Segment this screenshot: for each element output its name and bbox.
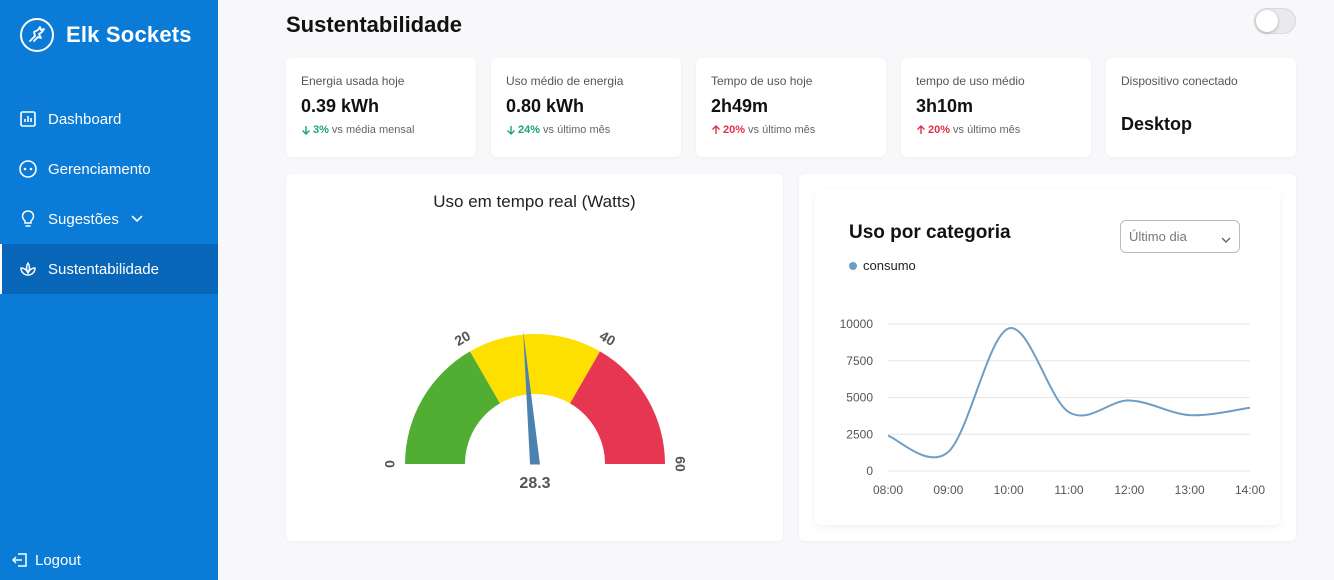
y-tick-label: 0: [866, 464, 873, 478]
stat-card-tempo-hoje: Tempo de uso hoje 2h49m 20% vs último mê…: [696, 58, 886, 157]
bar-chart-icon: [18, 109, 38, 129]
gauge-value-label: 28.3: [519, 475, 550, 492]
stat-value: 0.80 kWh: [506, 96, 585, 116]
arrow-up-icon: [917, 125, 925, 134]
brand-name: Elk Sockets: [66, 22, 192, 47]
logout-label: Logout: [35, 551, 81, 569]
x-tick-label: 12:00: [1114, 483, 1144, 497]
sidebar-item-label: Sustentabilidade: [48, 260, 159, 278]
sidebar-item-sugestoes[interactable]: Sugestões: [0, 194, 218, 244]
sidebar-item-label: Sugestões: [48, 210, 119, 228]
sidebar-nav: Dashboard Gerenciamento Sugestões Susten…: [0, 94, 218, 294]
elk-logo-icon: [20, 18, 54, 52]
stat-percent: 24%: [518, 124, 541, 136]
x-tick-label: 13:00: [1175, 483, 1205, 497]
series-line-consumo: [887, 327, 1251, 459]
chevron-down-icon[interactable]: [131, 215, 143, 223]
realtime-usage-card: Uso em tempo real (Watts) 0 20 40 60 28.3: [286, 174, 783, 541]
lightbulb-icon: [18, 209, 38, 229]
stat-value: 3h10m: [916, 96, 974, 116]
gauge-tick-label: 20: [452, 327, 474, 349]
stat-value: 2h49m: [711, 96, 769, 116]
gauge-tick-label: 40: [597, 327, 619, 349]
arrow-up-icon: [712, 125, 720, 134]
x-tick-label: 14:00: [1235, 483, 1265, 497]
stat-label: Dispositivo conectado: [1121, 74, 1238, 88]
gauge-tick-label: 60: [672, 456, 688, 472]
x-tick-label: 09:00: [933, 483, 963, 497]
stat-percent: 20%: [928, 124, 951, 136]
stat-compare: 20% vs último mês: [711, 124, 871, 136]
stat-card-tempo-medio: tempo de uso médio 3h10m 20% vs último m…: [901, 58, 1091, 157]
y-tick-label: 5000: [846, 391, 873, 405]
arrow-down-icon: [302, 126, 310, 135]
x-tick-label: 10:00: [994, 483, 1024, 497]
stat-percent: 3%: [313, 124, 329, 136]
gauge: 0 20 40 60 28.3: [382, 327, 689, 492]
y-tick-label: 2500: [846, 427, 873, 441]
sidebar-item-dashboard[interactable]: Dashboard: [0, 94, 218, 144]
device-name: Desktop: [1121, 114, 1193, 134]
stat-card-energia-hoje: Energia usada hoje 0.39 kWh 3% vs média …: [286, 58, 476, 157]
x-tick-label: 08:00: [873, 483, 903, 497]
stat-compare: 24% vs último mês: [506, 124, 666, 136]
stat-percent: 20%: [723, 124, 746, 136]
stat-value: 0.39 kWh: [301, 96, 380, 116]
gauge-tick-label: 0: [382, 460, 398, 468]
y-tick-label: 7500: [846, 354, 873, 368]
stat-compare: 3% vs média mensal: [301, 124, 461, 136]
line-chart: 0 2500 5000 7500 10000 08:00 09:00 10:00 11:00 12…: [840, 317, 1266, 497]
category-usage-panel: Uso por categoria Último dia consumo 0 25…: [815, 190, 1280, 525]
sidebar-item-label: Gerenciamento: [48, 160, 151, 178]
stat-card-dispositivo: Dispositivo conectado Desktop: [1106, 58, 1296, 157]
sidebar-item-label: Dashboard: [48, 110, 122, 128]
logout-icon: [10, 550, 30, 570]
brand[interactable]: Elk Sockets: [20, 18, 192, 52]
x-tick-label: 11:00: [1054, 483, 1083, 497]
stat-card-uso-medio: Uso médio de energia 0.80 kWh 24% vs últ…: [491, 58, 681, 157]
toggle-knob: [1256, 10, 1278, 32]
theme-toggle[interactable]: [1254, 8, 1296, 34]
sidebar-item-sustentabilidade[interactable]: Sustentabilidade: [0, 244, 218, 294]
page-title: Sustentabilidade: [286, 12, 463, 37]
stat-label: Energia usada hoje: [301, 74, 405, 88]
stat-compare-text: vs último mês: [953, 124, 1021, 136]
sidebar-item-gerenciamento[interactable]: Gerenciamento: [0, 144, 218, 194]
stat-compare-text: vs último mês: [748, 124, 816, 136]
stat-compare-text: vs último mês: [543, 124, 611, 136]
stat-label: Tempo de uso hoje: [711, 74, 813, 88]
socket-icon: [18, 159, 38, 179]
arrow-down-icon: [507, 126, 515, 135]
category-usage-card: Uso por categoria Último dia consumo 0 25…: [799, 174, 1296, 541]
y-tick-label: 10000: [840, 317, 874, 331]
stat-label: tempo de uso médio: [916, 74, 1025, 88]
stat-compare-text: vs média mensal: [331, 124, 415, 136]
plant-icon: [18, 259, 38, 279]
stat-compare: 20% vs último mês: [916, 124, 1076, 136]
sidebar: Elk Sockets Dashboard Gerenciamento Suge…: [0, 0, 218, 580]
logout-button[interactable]: Logout: [10, 550, 81, 570]
stat-label: Uso médio de energia: [506, 74, 624, 88]
